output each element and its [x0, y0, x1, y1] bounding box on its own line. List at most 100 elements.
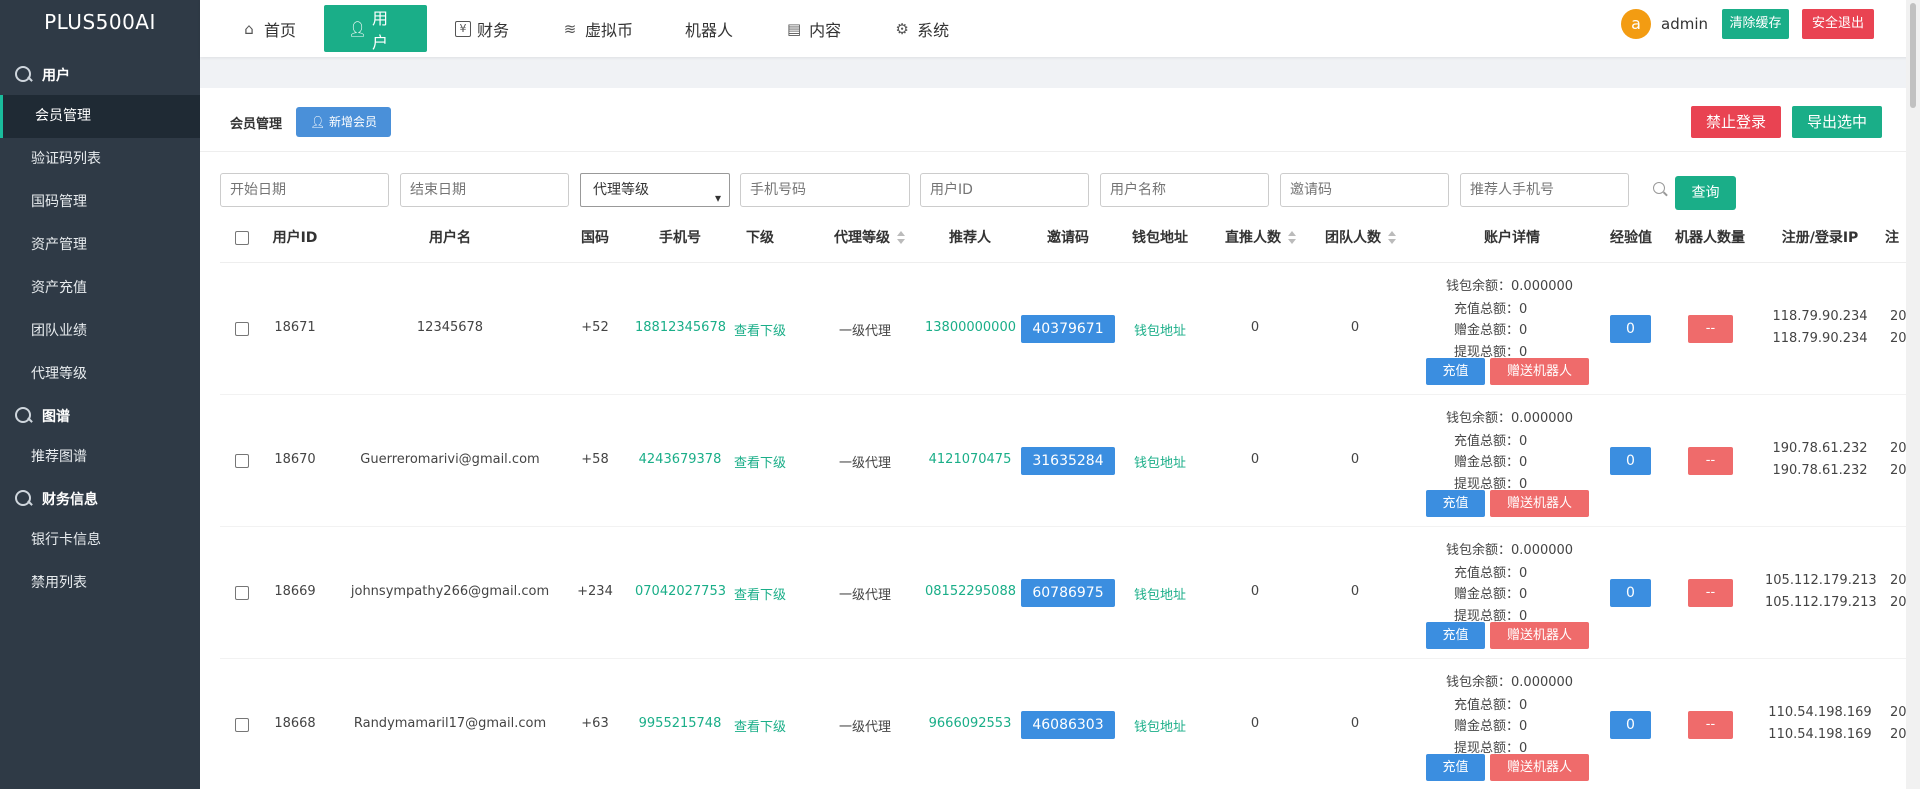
- col-direct-count[interactable]: 直推人数: [1220, 213, 1302, 263]
- row-checkbox[interactable]: [235, 454, 249, 468]
- end-date-input[interactable]: [400, 173, 569, 207]
- start-date-input[interactable]: [220, 173, 389, 207]
- filter-bar: 代理等级 ▾ 查询: [220, 173, 1900, 210]
- cell-username: johnsympathy266@gmail.com: [350, 584, 550, 599]
- referrer-link[interactable]: 13800000000: [925, 320, 1016, 335]
- wallet-address-link[interactable]: 钱包地址: [1125, 320, 1195, 339]
- sidebar-item-country-code[interactable]: 国码管理: [0, 181, 200, 224]
- cell-phone-link[interactable]: 9955215748: [635, 716, 725, 731]
- exp-badge[interactable]: 0: [1610, 579, 1651, 607]
- document-icon: ▤: [786, 19, 802, 38]
- recharge-button[interactable]: 充值: [1426, 490, 1485, 517]
- wallet-address-link[interactable]: 钱包地址: [1125, 584, 1195, 603]
- gift-robot-button[interactable]: 赠送机器人: [1490, 490, 1589, 517]
- query-button[interactable]: 查询: [1675, 176, 1736, 210]
- cell-phone-link[interactable]: 4243679378: [635, 452, 725, 467]
- sidebar-item-member-management[interactable]: 会员管理: [0, 95, 200, 138]
- agent-level-select[interactable]: 代理等级 ▾: [580, 173, 730, 207]
- robot-count-badge[interactable]: --: [1688, 315, 1733, 343]
- referrer-link[interactable]: 08152295088: [925, 584, 1016, 599]
- view-subordinates-link[interactable]: 查看下级: [730, 716, 790, 735]
- admin-name[interactable]: admin: [1661, 15, 1708, 33]
- sidebar-item-captcha-list[interactable]: 验证码列表: [0, 138, 200, 181]
- wallet-address-link[interactable]: 钱包地址: [1125, 452, 1195, 471]
- phone-input[interactable]: [740, 173, 910, 207]
- sidebar-group-finance[interactable]: 财务信息: [0, 479, 200, 519]
- sidebar-item-agent-level[interactable]: 代理等级: [0, 353, 200, 396]
- logout-button[interactable]: 安全退出: [1802, 9, 1874, 39]
- cell-phone-link[interactable]: 18812345678: [635, 320, 726, 335]
- cell-phone-link[interactable]: 07042027753: [635, 584, 726, 599]
- exp-badge[interactable]: 0: [1610, 711, 1651, 739]
- user-id-input[interactable]: [920, 173, 1089, 207]
- exp-badge[interactable]: 0: [1610, 315, 1651, 343]
- gift-robot-button[interactable]: 赠送机器人: [1490, 622, 1589, 649]
- sidebar-group-graph[interactable]: 图谱: [0, 396, 200, 436]
- view-subordinates-link[interactable]: 查看下级: [730, 320, 790, 339]
- invite-code-badge[interactable]: 31635284: [1021, 447, 1115, 475]
- gift-robot-button[interactable]: 赠送机器人: [1490, 358, 1589, 385]
- select-all-checkbox[interactable]: [235, 231, 249, 245]
- scrollbar-thumb[interactable]: [1910, 3, 1916, 108]
- cell-username: Guerreromarivi@gmail.com: [360, 452, 540, 467]
- add-member-button[interactable]: 👤︎ 新增会员: [296, 107, 391, 137]
- robot-count-badge[interactable]: --: [1688, 579, 1733, 607]
- col-account-detail: 账户详情: [1484, 230, 1540, 246]
- tab-crypto[interactable]: ≋ 虚拟币: [537, 5, 657, 52]
- tab-robot[interactable]: 机器人: [661, 5, 757, 52]
- exp-badge[interactable]: 0: [1610, 447, 1651, 475]
- invite-code-badge[interactable]: 40379671: [1021, 315, 1115, 343]
- wallet-address-link[interactable]: 钱包地址: [1125, 716, 1195, 735]
- referrer-phone-input[interactable]: [1460, 173, 1629, 207]
- sidebar-item-referral-graph[interactable]: 推荐图谱: [0, 436, 200, 479]
- tab-content[interactable]: ▤ 内容: [761, 5, 865, 52]
- invite-code-badge[interactable]: 46086303: [1021, 711, 1115, 739]
- robot-count-badge[interactable]: --: [1688, 711, 1733, 739]
- referrer-link[interactable]: 4121070475: [925, 452, 1015, 467]
- recharge-button[interactable]: 充值: [1426, 754, 1485, 781]
- sidebar-item-bank-card[interactable]: 银行卡信息: [0, 519, 200, 562]
- robot-count-badge[interactable]: --: [1688, 447, 1733, 475]
- clear-cache-button[interactable]: 清除缓存: [1722, 9, 1789, 39]
- login-ip: 118.79.90.234: [1772, 331, 1868, 346]
- page-scrollbar[interactable]: [1906, 0, 1920, 789]
- register-time-truncated: 20: [1890, 441, 1906, 456]
- invite-code-input[interactable]: [1280, 173, 1449, 207]
- sidebar-item-asset-management[interactable]: 资产管理: [0, 224, 200, 267]
- recharge-button[interactable]: 充值: [1426, 358, 1485, 385]
- col-agent-level[interactable]: 代理等级: [820, 213, 920, 263]
- sidebar-item-ban-list[interactable]: 禁用列表: [0, 562, 200, 605]
- tab-finance[interactable]: ¥ 财务: [431, 5, 533, 52]
- recharge-button[interactable]: 充值: [1426, 622, 1485, 649]
- view-subordinates-link[interactable]: 查看下级: [730, 584, 790, 603]
- ban-login-button[interactable]: 禁止登录: [1691, 106, 1781, 138]
- row-checkbox[interactable]: [235, 322, 249, 336]
- col-team-count[interactable]: 团队人数: [1320, 213, 1402, 263]
- register-time-truncated: 20: [1890, 705, 1906, 720]
- export-selected-button[interactable]: 导出选中: [1792, 106, 1882, 138]
- add-user-icon: 👤︎: [309, 115, 326, 129]
- table-row: 18670 Guerreromarivi@gmail.com +58 42436…: [220, 395, 1906, 527]
- cell-direct-count: 0: [1250, 584, 1260, 599]
- search-icon: [14, 406, 34, 426]
- invite-code-badge[interactable]: 60786975: [1021, 579, 1115, 607]
- gift-robot-button[interactable]: 赠送机器人: [1490, 754, 1589, 781]
- user-name-input[interactable]: [1100, 173, 1269, 207]
- page-title: 会员管理: [230, 117, 283, 132]
- referrer-link[interactable]: 9666092553: [925, 716, 1015, 731]
- tab-system[interactable]: ⚙ 系统: [869, 5, 973, 52]
- tab-home[interactable]: ⌂ 首页: [216, 5, 320, 52]
- view-subordinates-link[interactable]: 查看下级: [730, 452, 790, 471]
- row-checkbox[interactable]: [235, 718, 249, 732]
- sidebar-item-team-performance[interactable]: 团队业绩: [0, 310, 200, 353]
- col-wallet: 钱包地址: [1132, 230, 1188, 246]
- row-checkbox[interactable]: [235, 586, 249, 600]
- tab-user[interactable]: 👤︎ 用户: [324, 5, 428, 52]
- cell-country-code: +58: [581, 452, 609, 467]
- sidebar-item-asset-recharge[interactable]: 资产充值: [0, 267, 200, 310]
- avatar[interactable]: a: [1621, 9, 1651, 39]
- col-username: 用户名: [429, 230, 471, 246]
- search-icon: [14, 489, 34, 509]
- col-more: 注: [1885, 230, 1899, 246]
- sidebar-group-user[interactable]: 用户: [0, 55, 200, 95]
